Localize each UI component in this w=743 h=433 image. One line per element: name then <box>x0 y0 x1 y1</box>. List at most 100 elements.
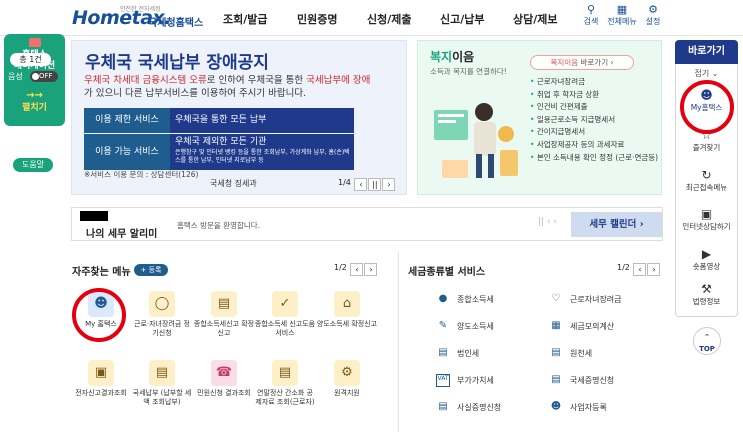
voice-toggle-switch[interactable]: OFF <box>30 71 58 82</box>
scroll-top-button[interactable]: ⌃ TOP <box>693 327 721 355</box>
welfare-shortcut-button[interactable]: 복지이음 바로가기 › <box>530 55 634 70</box>
document-icon: ▤ <box>438 401 448 412</box>
tax-item-incentive[interactable]: ♡ 근로자녀장려금 <box>549 293 622 306</box>
chevron-right-icon[interactable]: › <box>364 263 378 276</box>
search-button[interactable]: ⚲ 검색 <box>576 4 606 27</box>
help-button[interactable]: 도움말 <box>13 158 53 172</box>
search-icon: ⚲ <box>586 3 596 16</box>
calculator-icon: ▦ <box>551 320 561 331</box>
frequent-menu-pager: 1/2 ‹ › <box>334 263 378 276</box>
service-table: 이용 제한 서비스 우체국을 통한 모든 납부 이용 가능 서비스 우체국 제외… <box>84 108 354 170</box>
restricted-service-label: 이용 제한 서비스 <box>84 108 170 133</box>
coin-bag-icon: ◯ <box>149 291 175 317</box>
alert-pager[interactable]: || ‹ › <box>538 217 557 227</box>
document-check-icon: ✓ <box>272 291 298 317</box>
house-icon: ⌂ <box>334 291 360 317</box>
welfare-item[interactable]: 본인 소득내용 확인 정정 (근로·연금등) <box>530 152 660 165</box>
grid-menu-icon: ▦ <box>616 3 628 16</box>
notification-count: 총 1건 <box>10 53 51 66</box>
welfare-item[interactable]: 인건비 간편제출 <box>530 101 660 114</box>
receipt-icon: ▤ <box>551 347 561 358</box>
chevron-right-icon[interactable]: › <box>647 263 661 276</box>
pause-icon[interactable]: || <box>368 178 382 191</box>
play-icon: ▶ <box>701 247 712 261</box>
all-menu-button[interactable]: ▦ 전체메뉴 <box>607 4 637 27</box>
quick-law-info[interactable]: ⚒ 법령정보 <box>675 282 738 307</box>
nav-inquiry-issue[interactable]: 조회/발급 <box>223 11 268 27</box>
settings-button[interactable]: ⚙ 설정 <box>638 4 668 27</box>
tax-type-pager: 1/2 ‹ › <box>617 263 661 276</box>
quick-short-video[interactable]: ▶ 숏폼영상 <box>675 247 738 272</box>
quick-online-consult[interactable]: ▣ 인터넷상담하기 <box>675 207 738 232</box>
voice-toggle[interactable]: 음성 OFF <box>8 71 60 82</box>
tax-item-corporate[interactable]: ▤ 법인세 <box>436 347 479 360</box>
available-service-value: 우체국 제외한 모든 기관 은행창구 및 인터넷 뱅킹 등을 통한 조회납부, 가… <box>170 134 354 170</box>
tax-item-fact-certificate[interactable]: ▤ 사실증명신청 <box>436 401 501 414</box>
frequent-item-year-end[interactable]: ▤ 연말정산 간소화 공제자료 조회(근로자) <box>254 360 316 406</box>
register-menu-button[interactable]: + 등록 <box>134 264 168 276</box>
highlight-circle <box>72 288 126 342</box>
chevron-left-icon[interactable]: ‹ <box>633 263 647 276</box>
tax-item-transfer-income[interactable]: ✎ 양도소득세 <box>436 320 494 333</box>
redacted-username <box>80 211 108 221</box>
welfare-item[interactable]: 취업 후 학자금 상환 <box>530 89 660 102</box>
tax-bill-icon: ▤ <box>149 360 175 386</box>
history-icon: ↻ <box>701 168 712 182</box>
quick-recent-menu[interactable]: ↻ 최근접속메뉴 <box>675 168 738 193</box>
tax-item-certificate[interactable]: ▤ 국세증명신청 <box>549 374 614 387</box>
document-icon: ▤ <box>211 291 237 317</box>
welfare-subtitle: 소득과 복지를 연결하다! <box>430 67 507 76</box>
tax-item-business-registration[interactable]: ☻ 사업자등록 <box>549 401 607 414</box>
gavel-icon: ⚒ <box>701 282 712 296</box>
welfare-item[interactable]: 사업장제공자 등의 과세자료 <box>530 139 660 152</box>
frequent-item-income-help[interactable]: ✓ 종합소득세 신고도움 서비스 <box>254 291 316 337</box>
certificate-icon: ▤ <box>551 374 561 385</box>
nav-consult-report[interactable]: 상담/제보 <box>513 11 558 27</box>
frequent-menu-title: 자주찾는 메뉴 <box>72 267 131 278</box>
available-service-label: 이용 가능 서비스 <box>84 134 170 170</box>
notice-title: 우체국 국세납부 장애공지 <box>85 53 269 73</box>
fold-button[interactable]: 접기 ⌄ <box>675 68 738 79</box>
chevron-right-icon[interactable]: › <box>382 178 396 191</box>
section-divider <box>398 252 399 432</box>
expand-button[interactable]: 펼치기 <box>4 100 65 113</box>
notice-page-number: 1/4 <box>338 178 351 187</box>
frequent-item-civil-result[interactable]: ☎ 민원신청 결과조회 <box>193 360 255 398</box>
calendar-icon: ▤ <box>272 360 298 386</box>
tax-item-vat[interactable]: VAT 부가가치세 <box>436 374 494 387</box>
quick-menu-title: 바로가기 <box>675 40 738 64</box>
highlight-circle <box>680 80 734 134</box>
nav-apply-submit[interactable]: 신청/제출 <box>367 11 412 27</box>
tax-item-withholding[interactable]: ▤ 원천세 <box>549 347 592 360</box>
tax-alert-title: 나의 세무 알리미 <box>86 229 158 240</box>
frequent-item-e-filing-result[interactable]: ▣ 전자신고결과조회 <box>70 360 132 398</box>
vat-icon: VAT <box>436 374 450 387</box>
frequent-item-incentive[interactable]: ◯ 근로·자녀장려금 정기신청 <box>131 291 193 337</box>
gear-icon: ⚙ <box>648 3 658 16</box>
welfare-item[interactable]: 근로자녀장려금 <box>530 76 660 89</box>
welfare-item[interactable]: 일용근로소득 지급명세서 <box>530 114 660 127</box>
nav-report-pay[interactable]: 신고/납부 <box>440 11 485 27</box>
chevron-left-icon[interactable]: ‹ <box>354 178 368 191</box>
bell-icon <box>29 38 41 47</box>
notice-contact: ※서비스 이용 문의 : 상담센터(126) <box>84 170 199 179</box>
nav-civil-certificate[interactable]: 민원증명 <box>297 11 337 27</box>
frequent-item-income-tax[interactable]: ▤ 종합소득세신고 확정신고 <box>193 291 255 337</box>
chevron-left-icon[interactable]: ‹ <box>350 263 364 276</box>
monitor-icon: ▣ <box>88 360 114 386</box>
logo-subtitle: 국세청홈택스 <box>148 18 204 29</box>
tax-item-simulation[interactable]: ▦ 세금모의계산 <box>549 320 614 333</box>
notice-text: 우체국 차세대 금융시스템 오류로 인하여 우체국을 통한 국세납부에 장애가 … <box>84 75 371 99</box>
frequent-item-tax-payment[interactable]: ▤ 국세납부 (납부할 세액 조회납부) <box>131 360 193 406</box>
frequent-item-remote-support[interactable]: ⚙ 원격지원 <box>316 360 378 398</box>
heart-hands-icon: ♡ <box>551 293 561 304</box>
welfare-title: 복지이음 <box>430 50 475 64</box>
restricted-service-value: 우체국을 통한 모든 납부 <box>170 108 354 133</box>
frequent-item-transfer-tax[interactable]: ⌂ 양도소득세 확정신고 <box>316 291 378 329</box>
welfare-item[interactable]: 간이지급명세서 <box>530 126 660 139</box>
tax-item-comprehensive-income[interactable]: ● 종합소득세 <box>436 293 494 306</box>
tax-type-title: 세금종류별 서비스 <box>408 267 486 278</box>
support-icon: ⚙ <box>334 360 360 386</box>
welcome-message: 홈택스 방문을 환영합니다. <box>177 221 261 230</box>
tax-calendar-button[interactable]: 세무 캘린더 › <box>571 212 662 237</box>
